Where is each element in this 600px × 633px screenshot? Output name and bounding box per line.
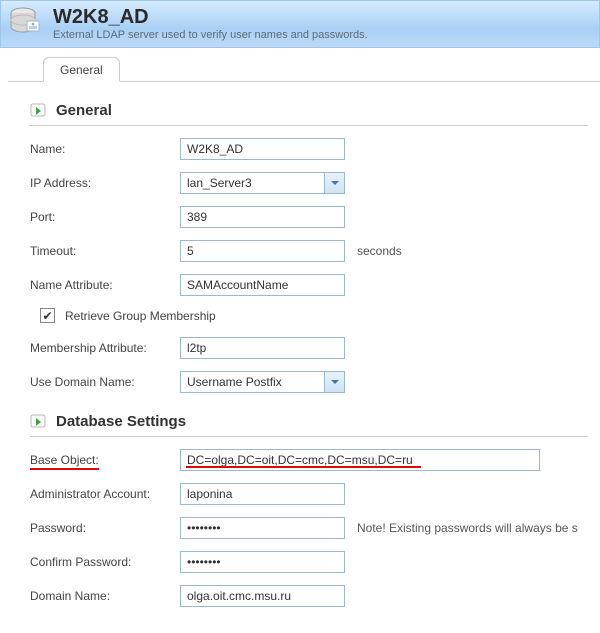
timeout-unit: seconds <box>357 244 402 258</box>
row-usedomain: Use Domain Name: Username Postfix <box>30 371 588 393</box>
section-general-title: General <box>30 100 588 126</box>
tab-bar: General <box>8 52 600 82</box>
nameattr-input[interactable] <box>180 274 345 296</box>
tab-general[interactable]: General <box>43 57 120 82</box>
ip-address-select[interactable]: lan_Server3 <box>180 172 345 194</box>
usedomain-select[interactable]: Username Postfix <box>180 371 345 393</box>
confirm-password-input[interactable] <box>180 551 345 573</box>
usedomain-label: Use Domain Name: <box>30 375 180 389</box>
timeout-input[interactable] <box>180 240 345 262</box>
baseobject-label-text: Base Object: <box>30 453 99 470</box>
baseobject-label: Base Object: <box>30 453 180 467</box>
password-note: Note! Existing passwords will always be … <box>357 521 578 535</box>
membership-input[interactable] <box>180 337 345 359</box>
arrow-right-icon <box>30 414 48 430</box>
header-text: W2K8_AD External LDAP server used to ver… <box>53 6 368 41</box>
name-input[interactable] <box>180 138 345 160</box>
admin-input[interactable] <box>180 483 345 505</box>
row-timeout: Timeout: seconds <box>30 240 588 262</box>
row-password: Password: Note! Existing passwords will … <box>30 517 588 539</box>
row-retrieve-group: ✔ Retrieve Group Membership <box>40 308 588 323</box>
section-db-title: Database Settings <box>30 411 588 437</box>
database-server-icon <box>7 5 43 41</box>
name-label: Name: <box>30 142 180 156</box>
page-header: W2K8_AD External LDAP server used to ver… <box>0 0 600 48</box>
row-port: Port: <box>30 206 588 228</box>
content-area: General General Name: IP Address: lan_Se… <box>0 48 600 633</box>
ip-label: IP Address: <box>30 176 180 190</box>
port-label: Port: <box>30 210 180 224</box>
port-input[interactable] <box>180 206 345 228</box>
page-subtitle: External LDAP server used to verify user… <box>53 29 368 41</box>
password-label: Password: <box>30 521 180 535</box>
retrieve-group-checkbox[interactable]: ✔ <box>40 308 55 323</box>
retrieve-group-label: Retrieve Group Membership <box>65 309 216 323</box>
row-name: Name: <box>30 138 588 160</box>
admin-label: Administrator Account: <box>30 487 180 501</box>
row-nameattr: Name Attribute: <box>30 274 588 296</box>
section-general-label: General <box>56 102 112 119</box>
chevron-down-icon[interactable] <box>324 173 344 193</box>
membership-label: Membership Attribute: <box>30 341 180 355</box>
panel-body: General Name: IP Address: lan_Server3 Po… <box>8 82 600 633</box>
page-title: W2K8_AD <box>53 6 368 28</box>
password-input[interactable] <box>180 517 345 539</box>
row-confirm-password: Confirm Password: <box>30 551 588 573</box>
row-membership: Membership Attribute: <box>30 337 588 359</box>
check-icon: ✔ <box>42 310 52 322</box>
nameattr-label: Name Attribute: <box>30 278 180 292</box>
domain-input[interactable] <box>180 585 345 607</box>
usedomain-value: Username Postfix <box>181 372 324 392</box>
row-domain: Domain Name: <box>30 585 588 607</box>
row-ip: IP Address: lan_Server3 <box>30 172 588 194</box>
timeout-label: Timeout: <box>30 244 180 258</box>
ip-address-value: lan_Server3 <box>181 173 324 193</box>
row-admin: Administrator Account: <box>30 483 588 505</box>
chevron-down-icon[interactable] <box>324 372 344 392</box>
row-baseobject: Base Object: <box>30 449 588 471</box>
domain-label: Domain Name: <box>30 589 180 603</box>
annotation-underline <box>186 466 421 468</box>
arrow-right-icon <box>30 103 48 119</box>
confirm-password-label: Confirm Password: <box>30 555 180 569</box>
section-db-label: Database Settings <box>56 413 186 430</box>
